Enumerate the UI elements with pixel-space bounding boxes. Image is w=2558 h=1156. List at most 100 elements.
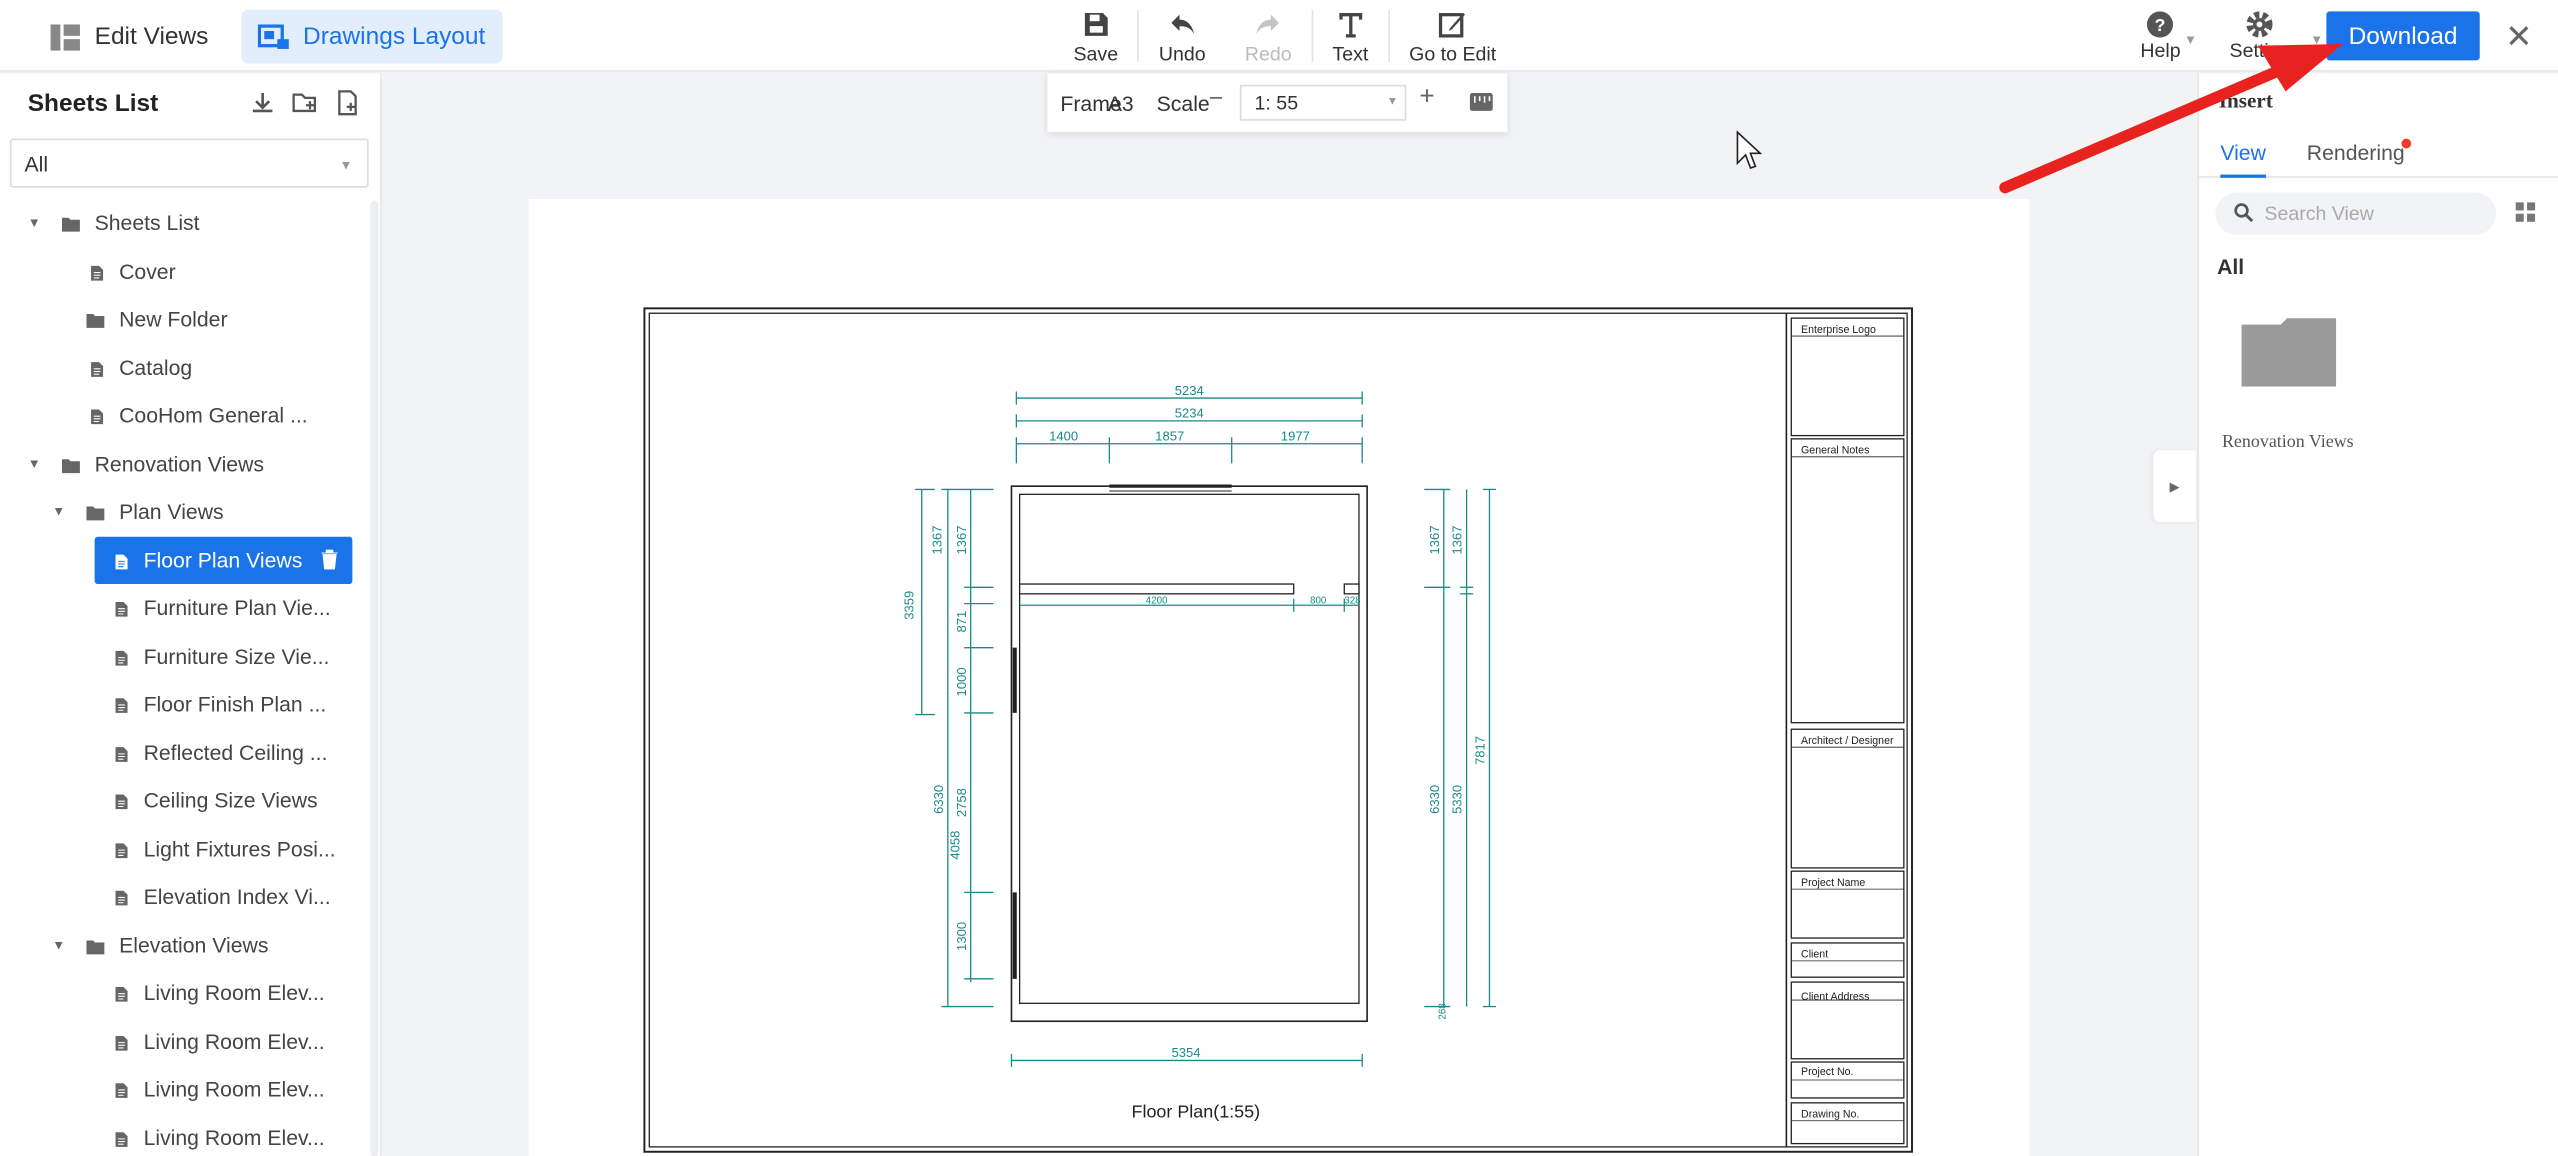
dimension-label: 1000 [954,667,969,696]
tree-sheet[interactable]: Living Room Elev... [0,969,369,1017]
tree-item-label: Reflected Ceiling ... [143,740,328,765]
title-block-label: General Notes [1801,445,1869,457]
folder-label[interactable]: Renovation Views [2222,432,2354,452]
tree-item-label: Plan Views [119,499,224,525]
download-button[interactable]: Download [2326,11,2480,61]
tree-item-label: New Folder [119,307,228,332]
text-icon [1338,13,1362,38]
tab-view[interactable]: View [2220,140,2266,164]
help-button[interactable]: ? Help ▼ [2131,10,2197,62]
all-section-label: All [2217,254,2245,279]
drawings-layout-tab[interactable]: Drawings Layout [241,9,502,64]
tree-item-label: Furniture Size Vie... [143,643,330,669]
save-button[interactable]: Save [1054,7,1138,65]
help-label: Help [2140,39,2181,62]
filter-select[interactable]: All ▼ [9,138,369,188]
trash-icon[interactable] [321,548,338,573]
chevron-down-icon: ▼ [1386,96,1399,108]
tree-sheet[interactable]: Light Fixtures Posi... [0,825,369,873]
undo-button[interactable]: Undo [1139,7,1225,65]
tree-sheet[interactable]: Living Room Elev... [0,1017,369,1065]
frame-value[interactable]: A3 [1108,91,1134,115]
frame-scale-bar: Frame A3 Scale − 1: 55 ▼ + [1047,73,1508,133]
drawings-layout-icon [257,23,289,49]
chevron-down-icon[interactable]: ▼ [52,938,65,953]
tree-sheet[interactable]: Furniture Size Vie... [0,632,369,680]
scale-value: 1: 55 [1254,91,1299,115]
tree-sheet[interactable]: CooHom General ... [0,392,369,440]
import-icon[interactable] [250,90,276,116]
collapse-right-panel-button[interactable]: ▶ [2153,450,2196,523]
redo-button[interactable]: Redo [1225,7,1311,65]
settings-button[interactable]: Setting ▼ [2220,10,2323,62]
dimension-label: 800 [1310,596,1327,607]
dimension-label: 5234 [1175,406,1204,421]
tree-sheet[interactable]: Floor Plan Views [0,535,369,584]
chevron-down-icon[interactable]: ▼ [28,456,41,471]
dimension-label: 5234 [1175,383,1204,398]
dimension-label: 6330 [931,785,946,814]
folder-icon[interactable] [2241,318,2337,387]
tree-sheet[interactable]: Elevation Index Vi... [0,873,369,921]
title-block-label: Architect / Designer [1801,735,1894,747]
tree-folder[interactable]: ▼ Plan Views [0,488,369,536]
tree-sheet[interactable]: Cover [0,247,369,295]
insert-panel: Insert View Rendering Search View All Re… [2197,73,2558,1156]
zoom-out-icon[interactable]: − [1209,85,1223,113]
tab-rendering[interactable]: Rendering [2307,140,2405,164]
search-view-input[interactable]: Search View [2215,192,2497,235]
add-folder-icon[interactable] [292,90,318,116]
dimension-label: 1977 [1281,428,1310,443]
tree-folder[interactable]: ▼ Renovation Views [0,440,369,488]
tree-folder[interactable]: ▼ Elevation Views [0,921,369,969]
chevron-down-icon[interactable]: ▼ [52,505,65,520]
dimension-label: 328 [1344,596,1360,607]
tree-sheet[interactable]: Furniture Plan Vie... [0,584,369,632]
tree-item-label: CooHom General ... [119,403,308,428]
folder-icon [86,936,105,954]
text-button[interactable]: Text [1313,7,1388,65]
title-block-label: Client [1801,949,1828,961]
ruler-icon[interactable] [1468,91,1494,112]
tree-sheet[interactable]: Reflected Ceiling ... [0,728,369,776]
title-block-label: Project No. [1801,1066,1853,1078]
folder-icon [61,214,80,232]
dimension-label: 1400 [1049,428,1078,443]
document-icon [114,839,132,858]
chevron-down-icon[interactable]: ▼ [28,216,41,231]
help-icon: ? [2147,11,2174,38]
drawing-caption: Floor Plan(1:55) [1132,1102,1261,1122]
zoom-in-icon[interactable]: + [1419,83,1434,112]
tree-item-label: Ceiling Size Views [143,788,318,813]
tree-item-label: Living Room Elev... [143,1077,325,1102]
tree-sheet[interactable]: Catalog [0,343,369,391]
tree-item-label: Renovation Views [94,451,265,476]
undo-icon [1170,14,1194,35]
title-block-label: Enterprise Logo [1801,324,1876,336]
scale-select[interactable]: 1: 55 ▼ [1239,84,1407,121]
tree-sheet[interactable]: Living Room Elev... [0,1065,369,1113]
folder-icon [86,502,105,521]
grid-view-icon[interactable] [2515,202,2536,222]
go-to-edit-button[interactable]: Go to Edit [1390,7,1516,65]
add-sheet-icon[interactable] [334,90,360,116]
tree-folder[interactable]: New Folder [0,295,369,343]
tree-item-label: Sheets List [94,210,200,236]
dimension-label: 7817 [1473,736,1488,765]
tree-item-label: Light Fixtures Posi... [143,836,336,861]
title-block-label: Client Address [1801,991,1869,1003]
close-icon[interactable]: ✕ [2480,0,2558,72]
edit-views-tab[interactable]: Edit Views [33,10,225,64]
tree-sheet[interactable]: Living Room Elev... [0,1113,369,1156]
active-tab-indicator [2220,174,2267,178]
dimension-label: 1367 [954,525,969,554]
scrollbar[interactable] [370,200,379,1156]
sheets-tree: ▼ Sheets List Cover New Folder Catalog CooHom… [0,199,369,1156]
tree-sheet[interactable]: Ceiling Size Views [0,777,369,825]
tree-folder[interactable]: ▼ Sheets List [0,199,369,247]
dimension-label: 2758 [954,788,969,817]
title-block: Enterprise Logo General Notes Architect … [1790,317,1905,1145]
tree-sheet[interactable]: Floor Finish Plan ... [0,680,369,728]
document-icon [114,791,132,810]
drawing-sheet[interactable]: Enterprise Logo General Notes Architect … [528,199,2030,1156]
